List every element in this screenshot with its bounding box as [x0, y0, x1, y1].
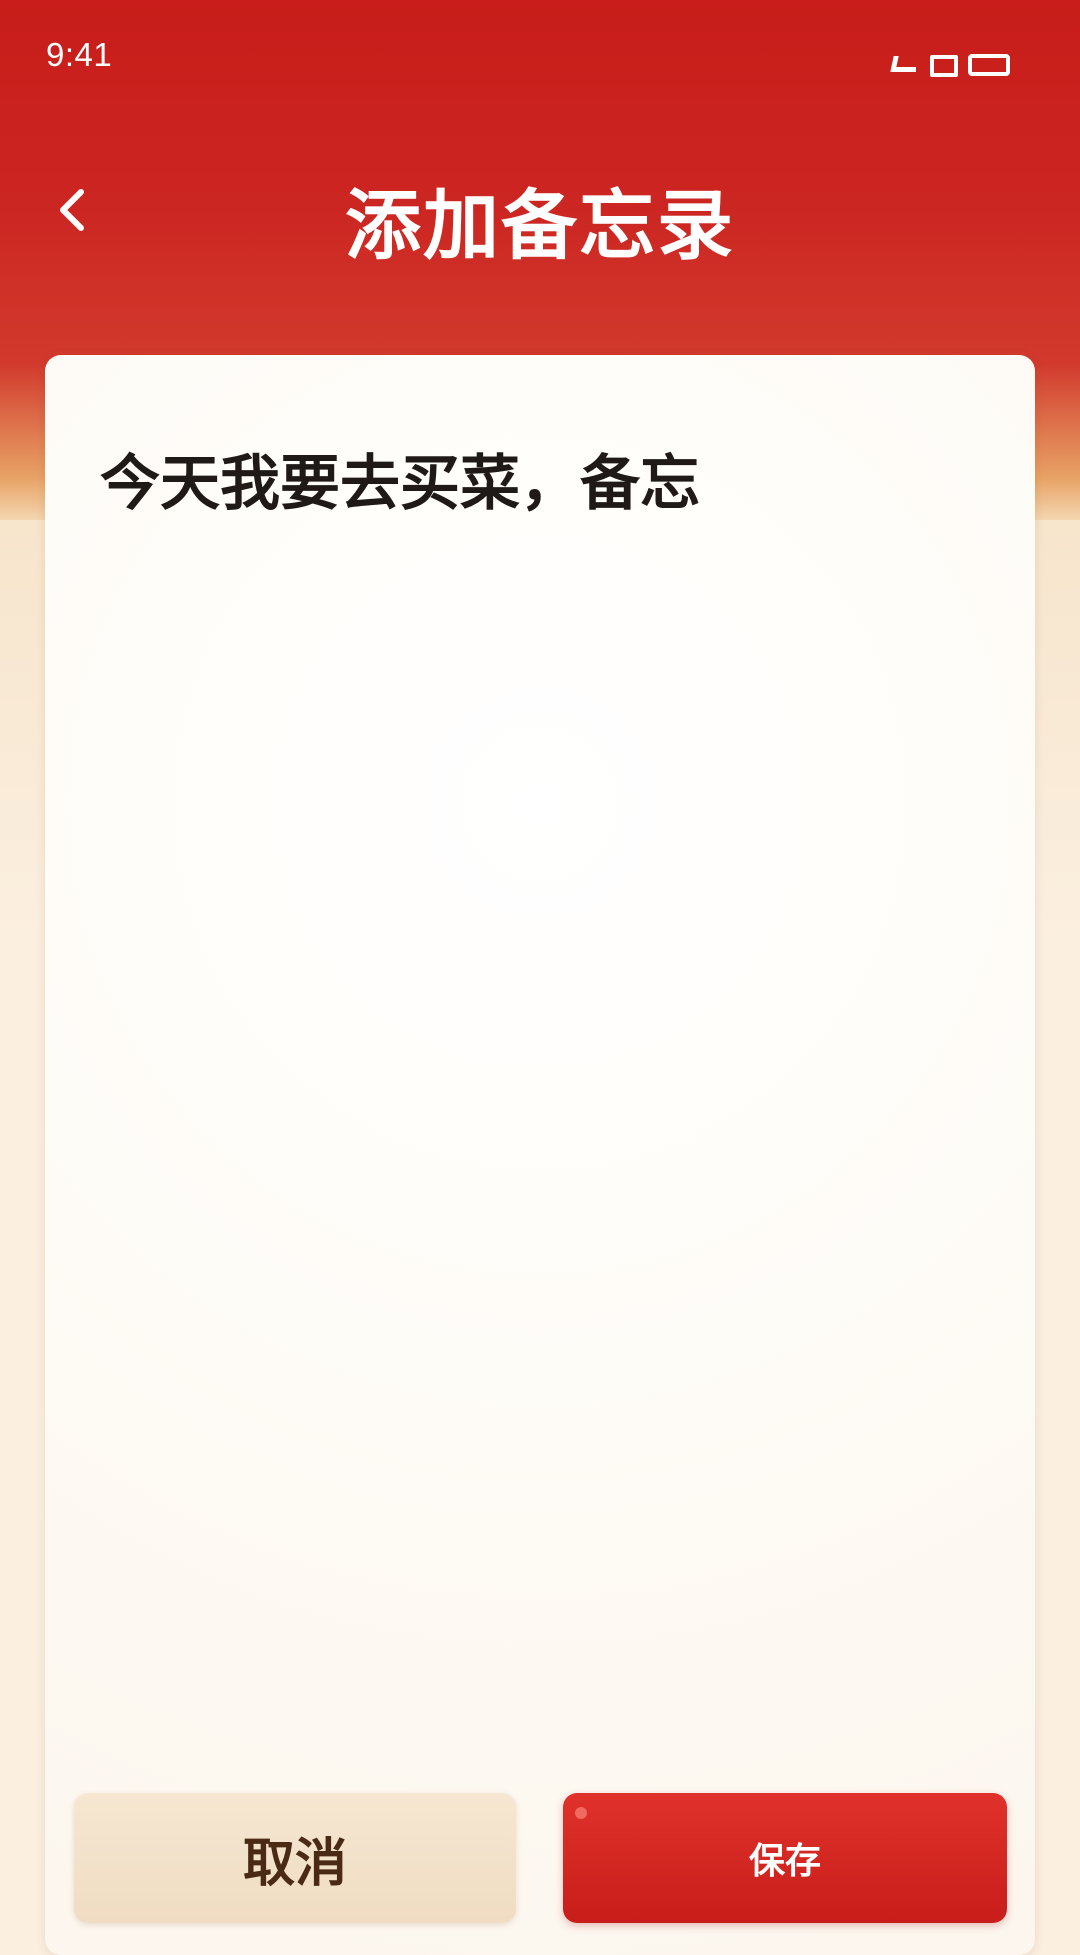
status-icons: [890, 52, 1020, 77]
cancel-button-label: 取消: [242, 1833, 347, 1894]
status-time: 9:41: [46, 36, 113, 73]
status-bar: 9:41: [0, 0, 1080, 110]
memo-content-input[interactable]: 今天我要去买菜，备忘: [100, 447, 980, 522]
save-button-label: 保存: [748, 1841, 821, 1882]
battery-icon: [968, 54, 1010, 76]
memo-card: 今天我要去买菜，备忘: [45, 355, 1035, 1955]
save-button[interactable]: 保存: [563, 1793, 1007, 1923]
cancel-button[interactable]: 取消: [74, 1793, 516, 1923]
signal-icon: [890, 56, 916, 72]
save-dot-decoration: [575, 1807, 587, 1819]
page-title: 添加备忘录: [345, 181, 735, 270]
wifi-icon: [930, 55, 958, 77]
app-header: 添加备忘录: [0, 150, 1080, 270]
